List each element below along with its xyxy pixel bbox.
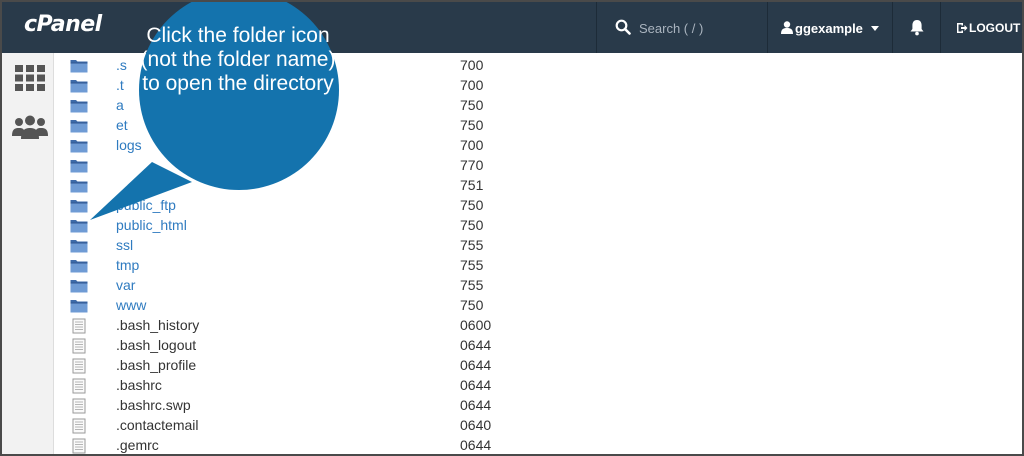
chevron-down-icon <box>871 26 879 31</box>
file-name[interactable]: .t <box>116 77 124 93</box>
file-name: .contactemail <box>116 417 199 433</box>
file-row[interactable]: www 750 <box>54 296 1022 316</box>
cpanel-file-manager-window: cPanel ggexample LOGOU <box>0 0 1024 456</box>
file-row[interactable]: .bash_profile 0644 <box>54 356 1022 376</box>
file-row[interactable]: ssl 755 <box>54 236 1022 256</box>
file-name[interactable]: tmp <box>116 257 139 273</box>
callout-text: Click the folder icon (not the folder na… <box>140 24 336 95</box>
file-row[interactable]: .bashrc.swp 0644 <box>54 396 1022 416</box>
user-menu[interactable]: ggexample <box>769 2 893 53</box>
file-row[interactable]: .bash_history 0600 <box>54 316 1022 336</box>
folder-icon[interactable] <box>70 118 88 133</box>
file-row[interactable]: .bash_logout 0644 <box>54 336 1022 356</box>
search-box[interactable] <box>596 2 768 53</box>
file-name[interactable]: .s <box>116 57 127 73</box>
folder-icon[interactable] <box>70 178 88 193</box>
folder-icon[interactable] <box>70 218 88 233</box>
logout-icon <box>957 23 968 33</box>
file-icon[interactable] <box>70 438 88 454</box>
file-name[interactable]: ssl <box>116 237 133 253</box>
file-row[interactable]: .contactemail 0640 <box>54 416 1022 436</box>
file-permissions: 0644 <box>460 397 492 413</box>
file-permissions: 750 <box>460 297 484 313</box>
logout-button[interactable]: LOGOUT <box>969 21 1020 35</box>
file-name: .bashrc <box>116 377 162 393</box>
file-row[interactable]: 770 <box>54 156 1022 176</box>
bell-icon <box>910 20 924 36</box>
folder-icon[interactable] <box>70 158 88 173</box>
file-permissions: 700 <box>460 77 484 93</box>
file-row[interactable]: var 755 <box>54 276 1022 296</box>
file-icon[interactable] <box>70 318 88 334</box>
file-permissions: 770 <box>460 157 484 173</box>
file-permissions: 755 <box>460 237 484 253</box>
folder-icon[interactable] <box>70 298 88 313</box>
folder-icon[interactable] <box>70 98 88 113</box>
user-icon <box>781 21 793 34</box>
file-row[interactable]: public_html 750 <box>54 216 1022 236</box>
file-permissions: 0600 <box>460 317 492 333</box>
file-name[interactable]: public_ftp <box>116 197 176 213</box>
file-row[interactable]: logs 700 <box>54 136 1022 156</box>
file-permissions: 700 <box>460 137 484 153</box>
folder-icon[interactable] <box>70 138 88 153</box>
file-row[interactable]: .bashrc 0644 <box>54 376 1022 396</box>
file-permissions: 0644 <box>460 357 492 373</box>
file-permissions: 755 <box>460 257 484 273</box>
cpanel-logo[interactable]: cPanel <box>24 12 102 37</box>
file-icon[interactable] <box>70 418 88 434</box>
file-name[interactable]: www <box>116 297 146 313</box>
file-row[interactable]: public_ftp 750 <box>54 196 1022 216</box>
file-name: .bash_logout <box>116 337 197 353</box>
file-row[interactable]: a 750 <box>54 96 1022 116</box>
file-permissions: 0644 <box>460 437 492 453</box>
folder-icon[interactable] <box>70 258 88 273</box>
file-permissions: 750 <box>460 197 484 213</box>
file-permissions: 751 <box>460 177 484 193</box>
file-permissions: 0640 <box>460 417 492 433</box>
file-name[interactable]: var <box>116 277 135 293</box>
file-row[interactable]: 751 <box>54 176 1022 196</box>
apps-grid-icon[interactable] <box>15 65 45 91</box>
file-permissions: 750 <box>460 217 484 233</box>
notifications-button[interactable] <box>893 2 941 53</box>
file-name[interactable]: et <box>116 117 128 133</box>
file-name[interactable]: public_html <box>116 217 187 233</box>
search-input[interactable] <box>639 19 759 37</box>
file-name[interactable]: logs <box>116 137 142 153</box>
file-name: .bash_profile <box>116 357 197 373</box>
search-icon <box>615 19 631 35</box>
file-permissions: 700 <box>460 57 484 73</box>
users-icon[interactable] <box>12 115 48 139</box>
file-icon[interactable] <box>70 358 88 374</box>
folder-icon[interactable] <box>70 198 88 213</box>
file-icon[interactable] <box>70 378 88 394</box>
file-permissions: 755 <box>460 277 484 293</box>
file-name: .bashrc.swp <box>116 397 191 413</box>
file-permissions: 750 <box>460 117 484 133</box>
folder-icon[interactable] <box>70 58 88 73</box>
folder-icon[interactable] <box>70 278 88 293</box>
folder-icon[interactable] <box>70 238 88 253</box>
file-permissions: 750 <box>460 97 484 113</box>
file-icon[interactable] <box>70 338 88 354</box>
file-name[interactable]: a <box>116 97 124 113</box>
folder-icon[interactable] <box>70 78 88 93</box>
file-row[interactable]: tmp 755 <box>54 256 1022 276</box>
file-permissions: 0644 <box>460 337 492 353</box>
username-label: ggexample <box>795 21 863 36</box>
file-permissions: 0644 <box>460 377 492 393</box>
file-icon[interactable] <box>70 398 88 414</box>
file-name: .bash_history <box>116 317 200 333</box>
file-name: .gemrc <box>116 437 159 453</box>
sidebar <box>2 53 54 454</box>
file-row[interactable]: .gemrc 0644 <box>54 436 1022 454</box>
file-row[interactable]: et 750 <box>54 116 1022 136</box>
